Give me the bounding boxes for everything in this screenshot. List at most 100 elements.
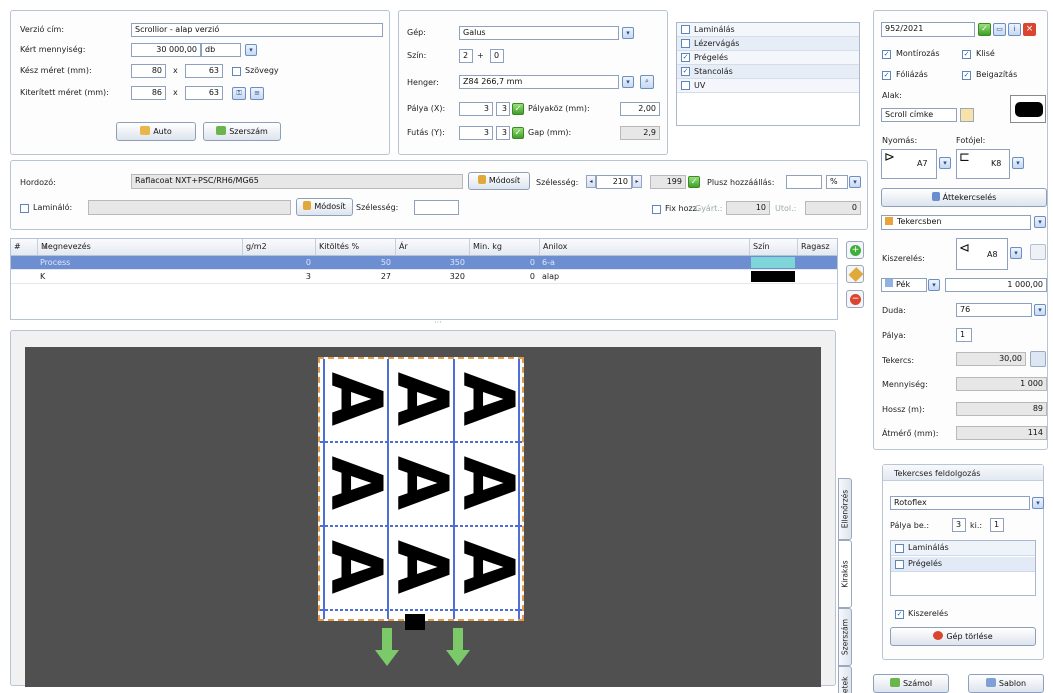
unit-dropdown-icon[interactable]: ▾ xyxy=(245,44,257,56)
makeready-checkbox[interactable]: ✓ xyxy=(962,71,971,80)
fix-allowance-checkbox[interactable] xyxy=(652,205,661,214)
run-y-field[interactable]: 3 xyxy=(459,126,493,140)
roll-calc-icon[interactable] xyxy=(1030,351,1046,367)
extra-allowance-field[interactable] xyxy=(786,175,822,189)
finisher-dropdown-icon[interactable]: ▾ xyxy=(1032,497,1044,509)
foil-checkbox[interactable]: ✓ xyxy=(882,71,891,80)
machine-dropdown-icon[interactable]: ▾ xyxy=(622,27,634,39)
packaging-select[interactable]: ⊲ A8 xyxy=(956,238,1008,270)
core-select[interactable]: 76 xyxy=(956,303,1032,317)
packaging-dropdown-icon[interactable]: ▾ xyxy=(1010,247,1022,259)
operation-checkbox[interactable] xyxy=(681,25,690,34)
photo-mark-dropdown-icon[interactable]: ▾ xyxy=(1012,157,1024,169)
lanes-field[interactable]: 1 xyxy=(956,328,972,342)
column-header[interactable]: Kitöltés % xyxy=(315,239,395,255)
width-field[interactable]: 210 xyxy=(596,175,632,189)
delivery-dropdown-icon[interactable]: ▾ xyxy=(1034,216,1046,228)
operation-item[interactable]: Laminálás xyxy=(677,23,859,37)
table-row[interactable]: Process 0 50 350 0 6-a xyxy=(11,256,837,270)
lock-icon[interactable]: ⚿ xyxy=(232,87,246,100)
operation-item[interactable]: ✓ Prégelés xyxy=(677,51,859,65)
lanes-x-field[interactable]: 3 xyxy=(459,102,493,116)
machine-select[interactable]: Galus xyxy=(459,26,619,40)
close-icon[interactable]: × xyxy=(1023,23,1036,36)
lanes-out-field[interactable]: 1 xyxy=(990,518,1004,532)
photo-mark-select[interactable]: ⊏ K8 xyxy=(956,149,1010,179)
calc-icon[interactable]: ≡ xyxy=(250,87,264,100)
substrate-modify-button[interactable]: Módosít xyxy=(468,172,530,190)
add-row-button[interactable]: + xyxy=(846,241,864,259)
finisher-select[interactable]: Rotoflex xyxy=(890,496,1030,510)
shape-edit-icon[interactable] xyxy=(960,108,974,122)
percent-dropdown-icon[interactable]: ▾ xyxy=(849,176,861,188)
operation-checkbox[interactable]: ✓ xyxy=(681,53,690,62)
column-header[interactable]: Ár xyxy=(395,239,469,255)
edit-row-button[interactable] xyxy=(846,265,864,283)
column-header[interactable]: Szín xyxy=(749,239,797,255)
info-icon[interactable]: i xyxy=(1008,23,1021,36)
lanes-x-apply-icon[interactable]: ✓ xyxy=(512,103,524,115)
search-icon[interactable]: ⌕ xyxy=(640,75,654,89)
template-button[interactable]: Sablon xyxy=(968,674,1044,693)
pek-select[interactable]: Pék xyxy=(881,278,927,292)
delete-machine-button[interactable]: Gép törlése xyxy=(890,627,1036,646)
side-tab[interactable]: Kirakás xyxy=(838,540,852,608)
cylinder-select[interactable]: Z84 266,7 mm xyxy=(459,75,619,89)
column-header[interactable]: Anilox xyxy=(539,239,749,255)
width-field-2[interactable] xyxy=(414,200,459,215)
unfolded-width-field[interactable]: 86 xyxy=(131,86,166,100)
width-apply-icon[interactable]: ✓ xyxy=(688,176,700,188)
calculate-button[interactable]: Számol xyxy=(873,674,949,693)
color-back-field[interactable]: 0 xyxy=(490,49,504,63)
side-tab[interactable]: Műveletek xyxy=(838,666,852,693)
apply-icon[interactable]: ✓ xyxy=(978,23,991,36)
column-header[interactable]: Ragasz xyxy=(797,239,839,255)
column-header[interactable]: Min. kg xyxy=(469,239,539,255)
delete-row-button[interactable]: − xyxy=(846,290,864,308)
lane-gap-field[interactable]: 2,00 xyxy=(620,102,660,116)
copy-icon[interactable]: ▭ xyxy=(993,23,1006,36)
text-checkbox[interactable] xyxy=(232,67,241,76)
packaging-settings-icon[interactable] xyxy=(1030,244,1046,260)
pek-dropdown-icon[interactable]: ▾ xyxy=(928,279,940,291)
column-header[interactable]: Megnevezés xyxy=(37,239,242,255)
table-row[interactable]: K 3 27 320 0 alap xyxy=(11,270,837,284)
auto-button[interactable]: Auto xyxy=(116,122,196,141)
operation-item[interactable]: UV xyxy=(677,79,859,93)
version-title-field[interactable]: Scrollior - alap verzió xyxy=(131,23,383,37)
rewind-button[interactable]: Áttekercselés xyxy=(881,188,1047,207)
print-direction-dropdown-icon[interactable]: ▾ xyxy=(939,157,951,169)
grid-splitter[interactable]: ··· xyxy=(434,318,442,327)
core-dropdown-icon[interactable]: ▾ xyxy=(1034,304,1046,316)
operation-checkbox[interactable]: ✓ xyxy=(681,67,690,76)
side-tab[interactable]: Szerszám xyxy=(838,608,852,666)
sort-icon[interactable]: ▲ xyxy=(43,243,48,250)
column-header[interactable]: # xyxy=(11,239,37,255)
unfolded-height-field[interactable]: 63 xyxy=(185,86,223,100)
width-inc-spin[interactable]: ▸ xyxy=(632,175,642,188)
run-y-apply-icon[interactable]: ✓ xyxy=(512,127,524,139)
color-front-field[interactable]: 2 xyxy=(459,49,473,63)
mounting-checkbox[interactable]: ✓ xyxy=(882,50,891,59)
delivery-select[interactable]: Tekercsben xyxy=(881,215,1031,230)
operation-checkbox[interactable] xyxy=(681,81,690,90)
packaging-checkbox[interactable]: ✓ xyxy=(895,610,904,619)
quantity-unit-select[interactable]: db xyxy=(201,43,241,57)
lanes-in-field[interactable]: 3 xyxy=(952,518,966,532)
finishing-embossing-checkbox[interactable] xyxy=(895,560,904,569)
finished-width-field[interactable]: 80 xyxy=(131,64,166,78)
width-dec-spin[interactable]: ◂ xyxy=(586,175,596,188)
operation-item[interactable]: Lézervágás xyxy=(677,37,859,51)
operation-checkbox[interactable] xyxy=(681,39,690,48)
laminator-checkbox[interactable] xyxy=(20,204,29,213)
pek-field[interactable]: 1 000,00 xyxy=(945,278,1047,292)
percent-select[interactable]: % xyxy=(826,175,848,189)
finished-height-field[interactable]: 63 xyxy=(185,64,223,78)
requested-quantity-field[interactable]: 30 000,00 xyxy=(131,43,201,57)
tool-button[interactable]: Szerszám xyxy=(203,122,281,141)
plate-checkbox[interactable]: ✓ xyxy=(962,50,971,59)
operation-item[interactable]: ✓ Stancolás xyxy=(677,65,859,79)
laminator-modify-button[interactable]: Módosít xyxy=(296,198,353,216)
column-header[interactable]: g/m2 xyxy=(242,239,315,255)
print-direction-select[interactable]: ⊳ A7 xyxy=(881,149,937,179)
